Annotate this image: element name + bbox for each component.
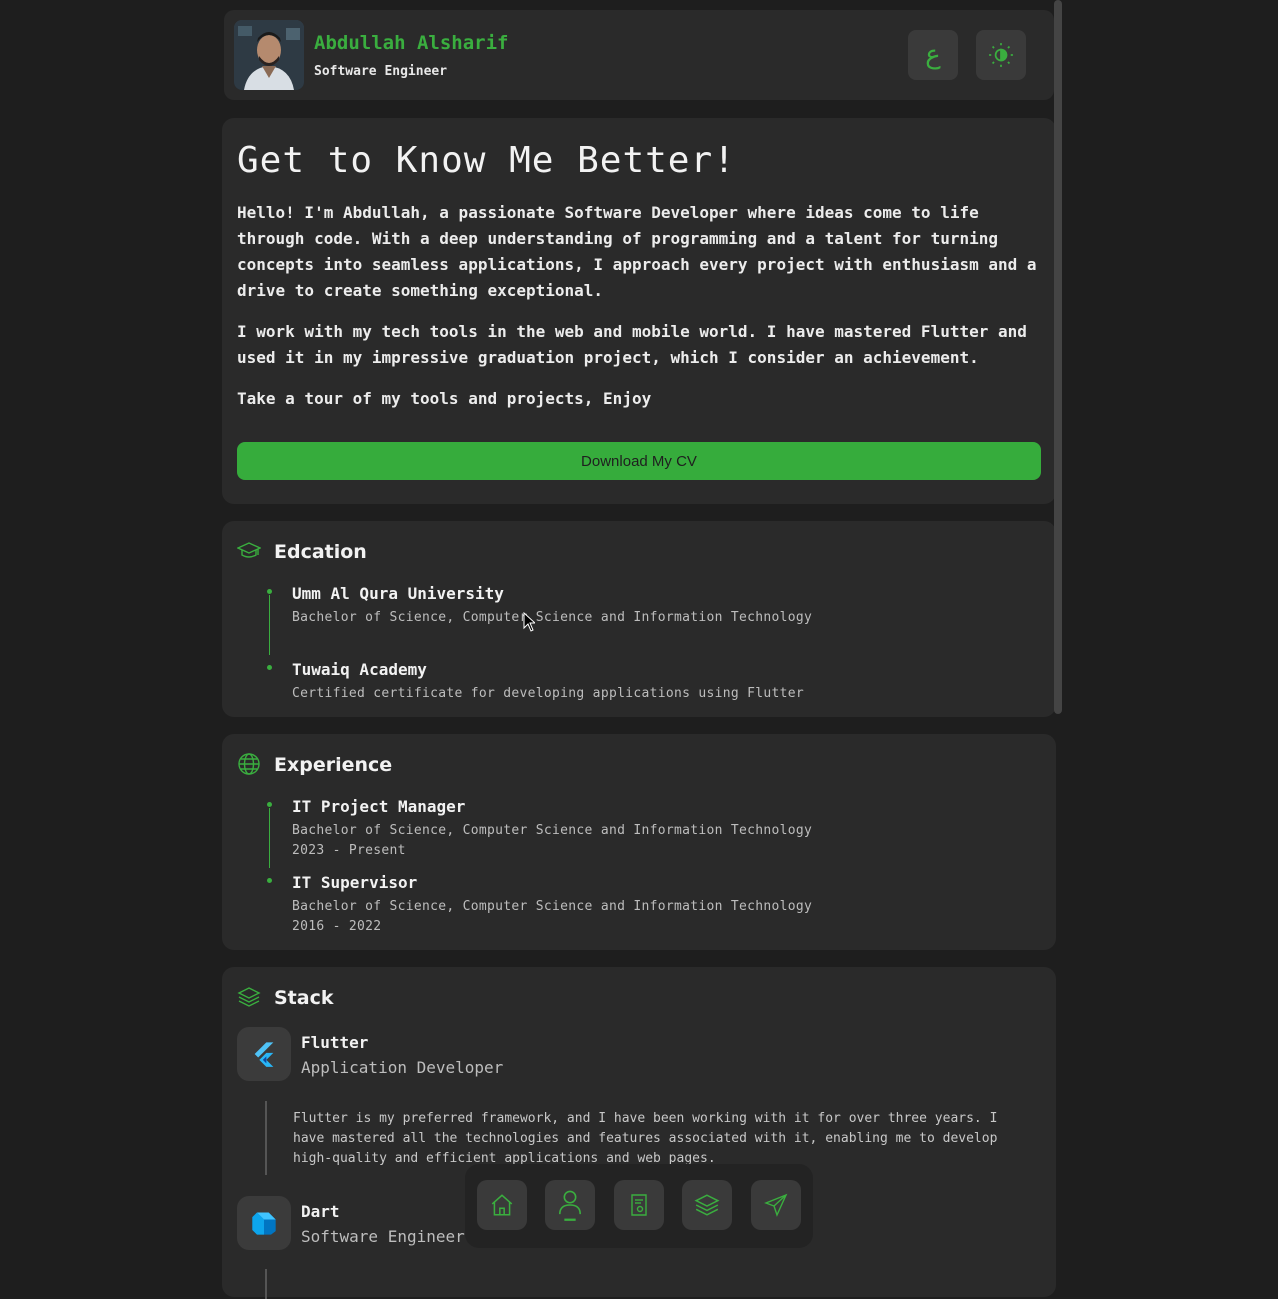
- timeline-line: [269, 595, 270, 655]
- send-icon: [764, 1193, 788, 1217]
- timeline-line: [269, 808, 270, 868]
- nav-certificates-button[interactable]: [614, 1180, 664, 1230]
- profile-name: Abdullah Alsharif: [314, 32, 509, 54]
- nav-about-button[interactable]: [545, 1180, 595, 1230]
- bottom-navigation: [465, 1164, 813, 1248]
- download-cv-button[interactable]: Download My CV: [237, 442, 1041, 480]
- profile-header: Abdullah Alsharif Software Engineer ع: [224, 10, 1054, 100]
- home-icon: [491, 1194, 513, 1216]
- experience-item-subtitle: Bachelor of Science, Computer Science an…: [292, 823, 813, 838]
- graduation-cap-icon: [237, 542, 261, 558]
- flutter-logo-icon: [237, 1027, 291, 1081]
- experience-item-period: 2023 - Present: [292, 843, 406, 858]
- timeline-dot: [267, 802, 272, 807]
- certificate-icon: [631, 1194, 647, 1216]
- layers-icon: [237, 987, 261, 1007]
- nav-stack-button[interactable]: [682, 1180, 732, 1230]
- stack-item-role: Application Developer: [301, 1058, 504, 1077]
- scrollbar-thumb[interactable]: [1054, 0, 1062, 714]
- timeline-dot: [267, 589, 272, 594]
- layers-icon: [694, 1194, 720, 1216]
- globe-icon: [238, 753, 260, 775]
- language-toggle-button[interactable]: ع: [908, 30, 958, 80]
- timeline-dot: [267, 665, 272, 670]
- about-card: Get to Know Me Better! Hello! I'm Abdull…: [222, 118, 1056, 504]
- stack-item-description: Flutter is my preferred framework, and I…: [293, 1111, 998, 1166]
- education-card: Edcation Umm Al Qura University Bachelor…: [222, 521, 1056, 717]
- user-icon: [559, 1190, 581, 1221]
- stack-title: Stack: [274, 987, 334, 1009]
- experience-item-title: IT Supervisor: [292, 873, 418, 892]
- stack-divider: [265, 1101, 267, 1175]
- education-item-title: Umm Al Qura University: [292, 584, 504, 603]
- avatar: [234, 20, 304, 90]
- education-item-subtitle: Certified certificate for developing app…: [292, 686, 804, 701]
- sun-icon: [989, 43, 1013, 67]
- experience-item-subtitle: Bachelor of Science, Computer Science an…: [292, 899, 813, 914]
- experience-item-period: 2016 - 2022: [292, 919, 382, 934]
- education-item-title: Tuwaiq Academy: [292, 660, 427, 679]
- experience-card: Experience IT Project Manager Bachelor o…: [222, 734, 1056, 950]
- stack-divider: [265, 1269, 267, 1299]
- theme-toggle-button[interactable]: [976, 30, 1026, 80]
- education-title: Edcation: [274, 541, 367, 563]
- stack-item-name: Dart: [301, 1202, 340, 1221]
- education-item-subtitle: Bachelor of Science, Computer Science an…: [292, 610, 813, 625]
- experience-title: Experience: [274, 754, 393, 776]
- profile-role: Software Engineer: [314, 64, 448, 79]
- about-paragraph-2: I work with my tech tools in the web and…: [237, 322, 1027, 367]
- nav-contact-button[interactable]: [751, 1180, 801, 1230]
- dart-logo-icon: [237, 1196, 291, 1250]
- stack-item-name: Flutter: [301, 1033, 369, 1052]
- nav-home-button[interactable]: [477, 1180, 527, 1230]
- about-paragraph-3: Take a tour of my tools and projects, En…: [237, 389, 652, 408]
- experience-item-title: IT Project Manager: [292, 797, 466, 816]
- about-paragraph-1: Hello! I'm Abdullah, a passionate Softwa…: [237, 203, 1037, 300]
- about-title: Get to Know Me Better!: [237, 140, 736, 181]
- stack-item-role: Software Engineer: [301, 1227, 465, 1246]
- timeline-dot: [267, 878, 272, 883]
- mouse-cursor-icon: [523, 612, 535, 632]
